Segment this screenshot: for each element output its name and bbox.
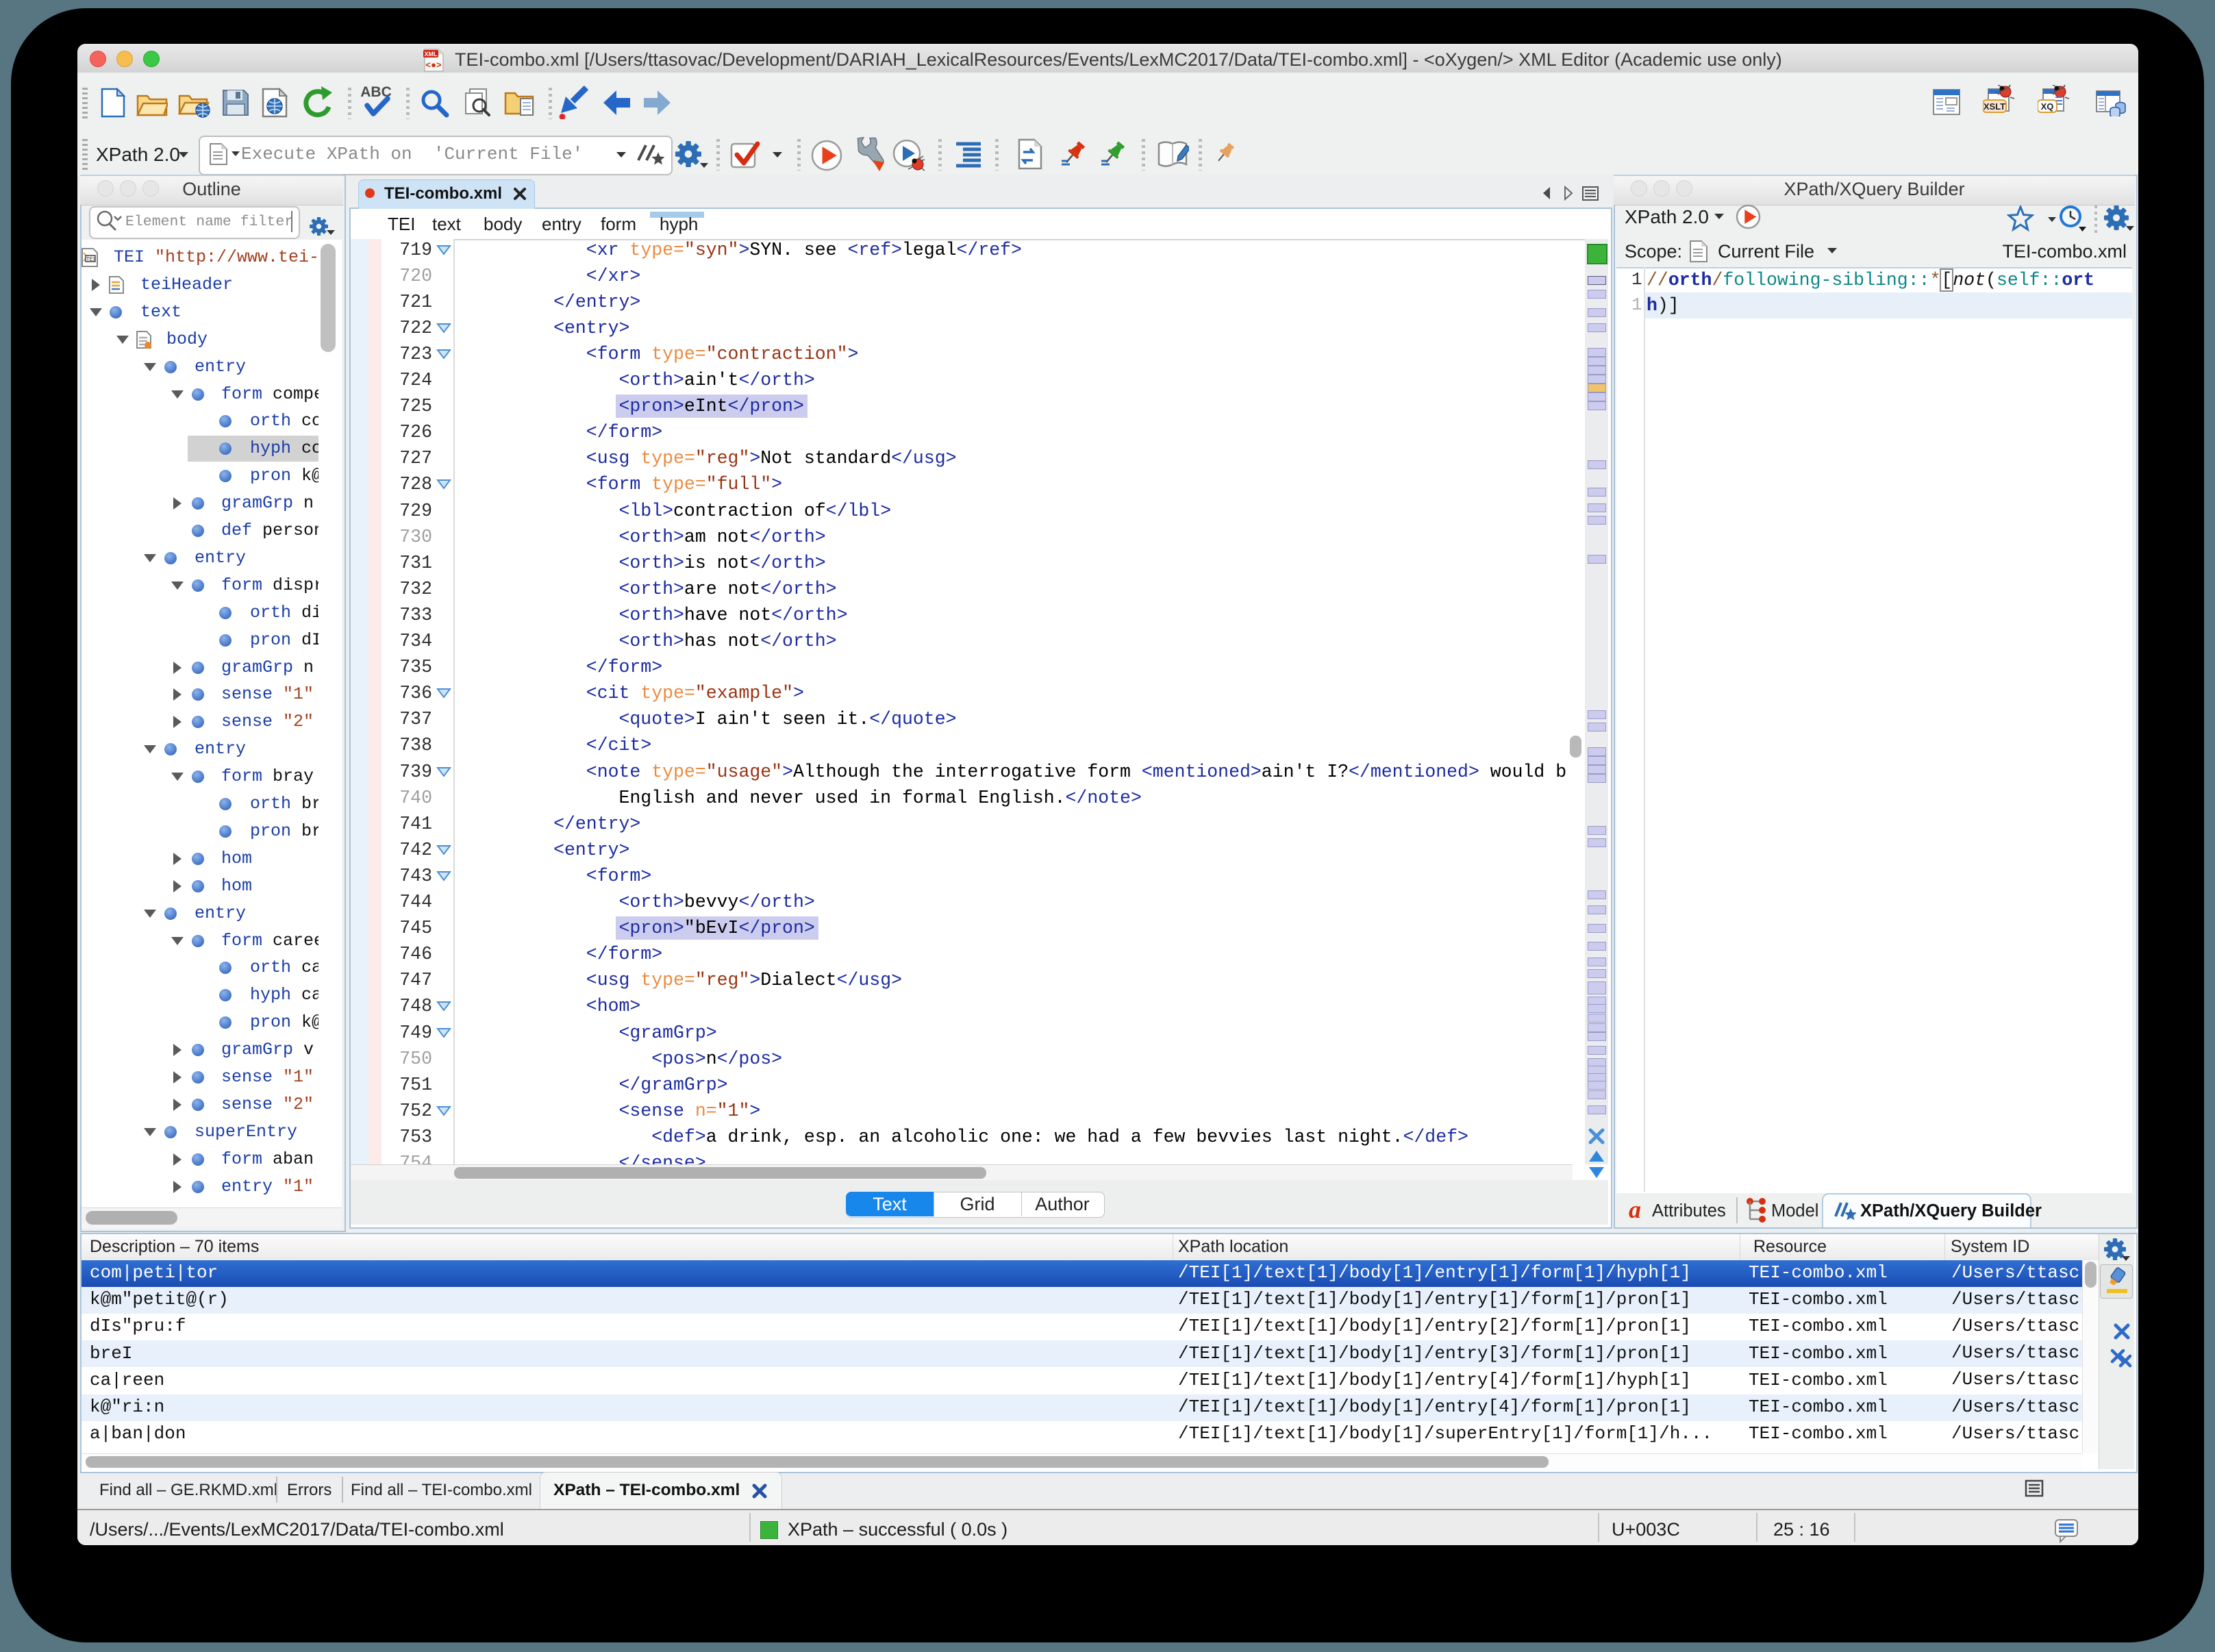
svg-text:XML: XML — [425, 51, 438, 58]
svg-text:XSLT: XSLT — [1984, 101, 2005, 112]
svg-text:TEI: TEI — [86, 256, 95, 262]
svg-text:<●>: <●> — [425, 60, 442, 71]
svg-text:XQ: XQ — [2041, 101, 2054, 112]
